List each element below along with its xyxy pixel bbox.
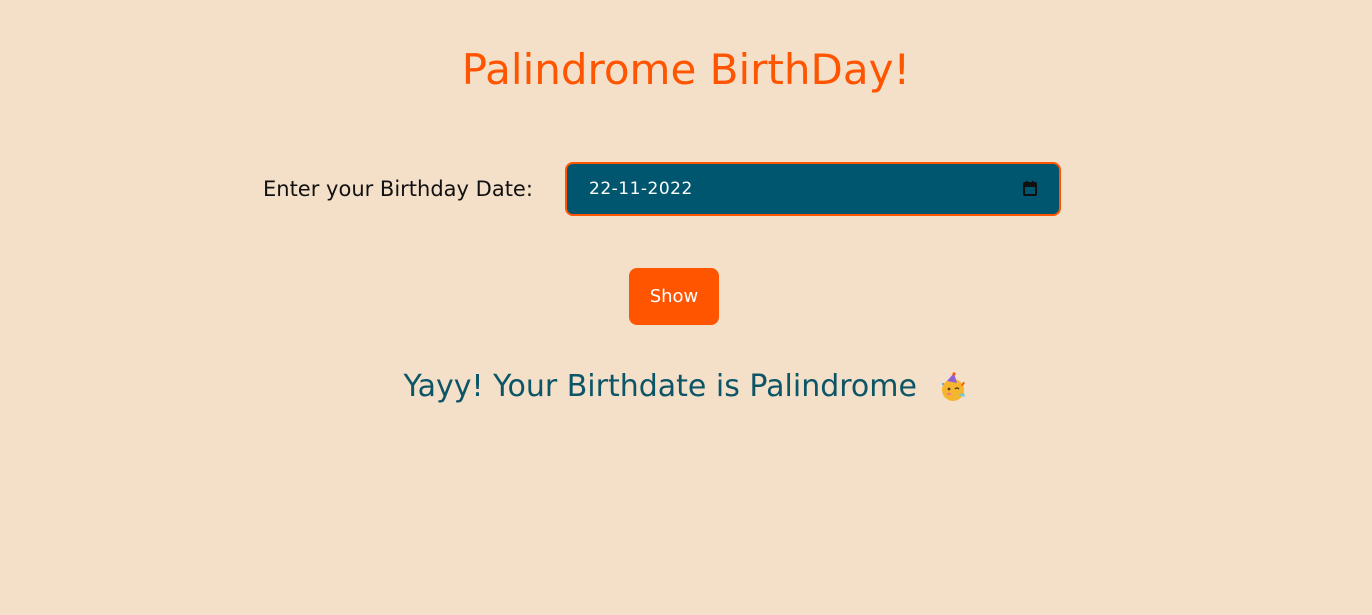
birthday-date-input[interactable]: 22-11-2022 xyxy=(565,161,1061,216)
page-title: Palindrome BirthDay! xyxy=(461,45,911,94)
page: Palindrome BirthDay! Enter your Birthday… xyxy=(0,0,1372,615)
show-button[interactable]: Show xyxy=(629,268,719,325)
result-message: Yayy! Your Birthdate is Palindrome xyxy=(403,369,917,404)
birthday-date-value: 22-11-2022 xyxy=(589,178,693,199)
birthday-form-row: Enter your Birthday Date: 22-11-2022 xyxy=(263,160,1061,217)
birthday-date-label: Enter your Birthday Date: xyxy=(263,176,533,201)
palindrome-result: Yayy! Your Birthdate is Palindrome xyxy=(0,364,1372,410)
party-face-emoji-icon xyxy=(937,371,969,404)
calendar-icon[interactable] xyxy=(1013,172,1047,206)
